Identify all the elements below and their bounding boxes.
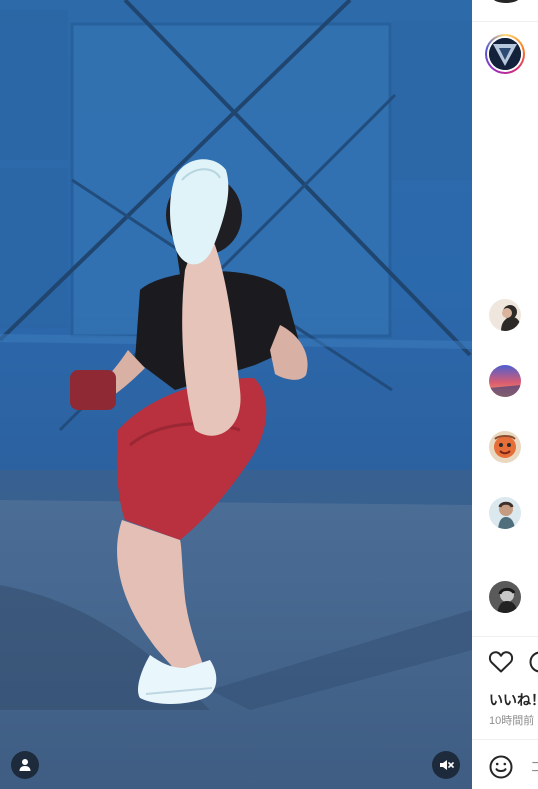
author-avatar-icon bbox=[489, 38, 521, 70]
speaker-muted-icon bbox=[440, 760, 454, 770]
partial-avatar-icon bbox=[492, 0, 520, 3]
user-tag-button[interactable] bbox=[11, 751, 39, 779]
author-avatar[interactable] bbox=[485, 34, 525, 74]
heart-icon bbox=[488, 651, 514, 673]
top-divider bbox=[472, 21, 538, 22]
comment-avatar-5[interactable] bbox=[489, 581, 521, 613]
composer-divider bbox=[472, 739, 538, 740]
post-sidebar: いいね！ 10時間前 bbox=[472, 0, 538, 789]
video-frame-image bbox=[0, 0, 472, 789]
video-frame bbox=[0, 0, 472, 789]
avatar-monochrome bbox=[489, 581, 521, 613]
likes-label[interactable]: いいね！ bbox=[489, 690, 538, 710]
avatar-person bbox=[489, 299, 521, 331]
avatar-sunset bbox=[489, 365, 521, 397]
comment-avatar-2[interactable] bbox=[489, 365, 521, 397]
avatar-portrait bbox=[489, 497, 521, 529]
smiley-icon bbox=[489, 755, 513, 779]
person-icon bbox=[19, 759, 31, 771]
mute-button[interactable] bbox=[432, 751, 460, 779]
post-viewer: いいね！ 10時間前 bbox=[0, 0, 538, 789]
video-player[interactable] bbox=[0, 0, 472, 789]
comment-bubble-icon bbox=[529, 651, 538, 673]
avatar-cartoon bbox=[489, 431, 521, 463]
author-avatar-image bbox=[489, 38, 521, 70]
comment-button[interactable] bbox=[528, 650, 538, 674]
comment-input[interactable] bbox=[530, 756, 538, 778]
author-avatar-border bbox=[487, 36, 523, 72]
comment-avatar-3[interactable] bbox=[489, 431, 521, 463]
actions-divider bbox=[472, 636, 538, 637]
emoji-button[interactable] bbox=[488, 754, 514, 780]
post-timestamp: 10時間前 bbox=[489, 715, 535, 727]
comment-avatar-4[interactable] bbox=[489, 497, 521, 529]
comment-avatar-1[interactable] bbox=[489, 299, 521, 331]
like-button[interactable] bbox=[488, 650, 514, 674]
